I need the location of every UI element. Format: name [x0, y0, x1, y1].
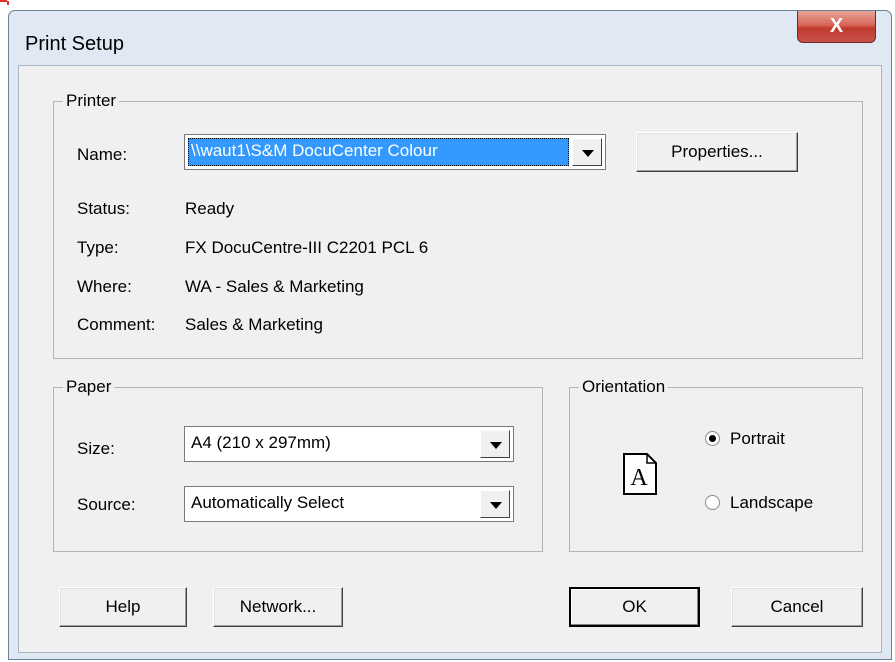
landscape-label: Landscape — [730, 493, 814, 512]
status-value: Ready — [185, 199, 235, 218]
print-setup-dialog: Print Setup X Printer Name: \\waut1\S&M … — [8, 10, 892, 660]
page-letter: A — [630, 465, 648, 491]
portrait-radio[interactable]: Portrait — [705, 427, 845, 453]
portrait-radio-button[interactable] — [705, 431, 720, 446]
size-label: Size: — [77, 439, 115, 458]
where-value: WA - Sales & Marketing — [185, 277, 364, 296]
landscape-radio-button[interactable] — [705, 495, 720, 510]
window-title: Print Setup — [25, 33, 124, 55]
help-button-label: Help — [105, 597, 141, 616]
chevron-down-icon[interactable] — [480, 490, 510, 518]
source-label: Source: — [77, 495, 136, 514]
dialog-body: Printer Name: \\waut1\S&M DocuCenter Col… — [18, 65, 882, 653]
cancel-button-label: Cancel — [770, 597, 824, 616]
paper-size-value: A4 (210 x 297mm) — [191, 433, 331, 452]
comment-label: Comment: — [77, 315, 156, 334]
corner-mark — [0, 0, 16, 5]
paper-source-value: Automatically Select — [191, 493, 345, 512]
chevron-down-icon[interactable] — [480, 430, 510, 458]
network-button[interactable]: Network... — [213, 587, 343, 627]
title-bar[interactable]: Print Setup X — [9, 11, 891, 65]
portrait-label: Portrait — [730, 429, 785, 448]
properties-button-label: Properties... — [671, 142, 763, 161]
paper-group: Paper Size: A4 (210 x 297mm) Source: Aut… — [53, 376, 543, 552]
paper-size-dropdown[interactable]: A4 (210 x 297mm) — [184, 426, 514, 462]
paper-source-dropdown[interactable]: Automatically Select — [184, 486, 514, 522]
ok-button[interactable]: OK — [569, 587, 700, 627]
ok-button-label: OK — [622, 597, 647, 616]
status-label: Status: — [77, 199, 130, 218]
orientation-group: Orientation A Portrait Landscape — [569, 376, 863, 552]
name-label: Name: — [77, 145, 128, 164]
where-label: Where: — [77, 277, 132, 296]
cancel-button[interactable]: Cancel — [731, 587, 863, 627]
properties-button[interactable]: Properties... — [636, 132, 798, 172]
close-icon: X — [829, 15, 844, 37]
printer-group-label: Printer — [63, 90, 120, 112]
comment-value: Sales & Marketing — [185, 315, 323, 334]
network-button-label: Network... — [239, 597, 317, 616]
paper-group-label: Paper — [63, 376, 115, 398]
type-label: Type: — [77, 238, 119, 257]
printer-group: Printer Name: \\waut1\S&M DocuCenter Col… — [53, 90, 863, 359]
landscape-radio[interactable]: Landscape — [705, 491, 845, 517]
orientation-group-label: Orientation — [579, 376, 669, 398]
page-orientation-icon: A — [623, 453, 657, 495]
printer-name-value: \\waut1\S&M DocuCenter Colour — [188, 138, 569, 166]
help-button[interactable]: Help — [59, 587, 187, 627]
close-button[interactable]: X — [797, 11, 876, 43]
chevron-down-icon[interactable] — [572, 138, 602, 166]
printer-name-dropdown[interactable]: \\waut1\S&M DocuCenter Colour — [184, 134, 606, 170]
type-value: FX DocuCentre-III C2201 PCL 6 — [185, 238, 429, 257]
